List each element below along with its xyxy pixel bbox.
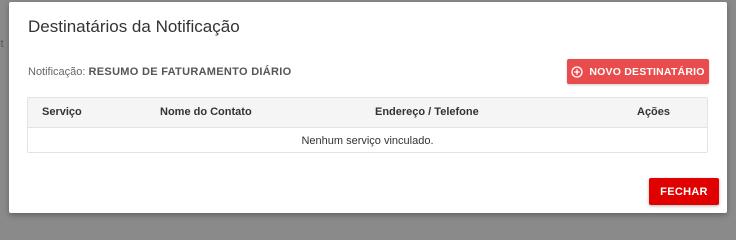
close-button[interactable]: FECHAR — [649, 178, 719, 205]
plus-circle-icon — [571, 65, 584, 78]
column-header-actions: Ações — [637, 106, 671, 118]
services-table: Serviço Nome do Contato Endereço / Telef… — [27, 97, 708, 153]
dialog-title: Destinatários da Notificação — [28, 17, 240, 36]
empty-table-message: Nenhum serviço vinculado. — [301, 135, 434, 147]
notification-name: RESUMO DE FATURAMENTO DIÁRIO — [88, 66, 292, 78]
column-header-address-phone: Endereço / Telefone — [375, 106, 479, 118]
column-header-service: Serviço — [42, 106, 82, 118]
notification-label: Notificação: — [28, 66, 86, 78]
new-recipient-label: NOVO DESTINATÁRIO — [589, 65, 705, 78]
backdrop-partial-text: it — [0, 38, 4, 50]
table-header: Serviço Nome do Contato Endereço / Telef… — [28, 98, 707, 128]
new-recipient-button[interactable]: NOVO DESTINATÁRIO — [567, 59, 709, 84]
notification-info: Notificação: RESUMO DE FATURAMENTO DIÁRI… — [28, 66, 292, 78]
recipients-dialog: Destinatários da Notificação Notificação… — [9, 2, 727, 213]
column-header-contact-name: Nome do Contato — [160, 106, 252, 118]
